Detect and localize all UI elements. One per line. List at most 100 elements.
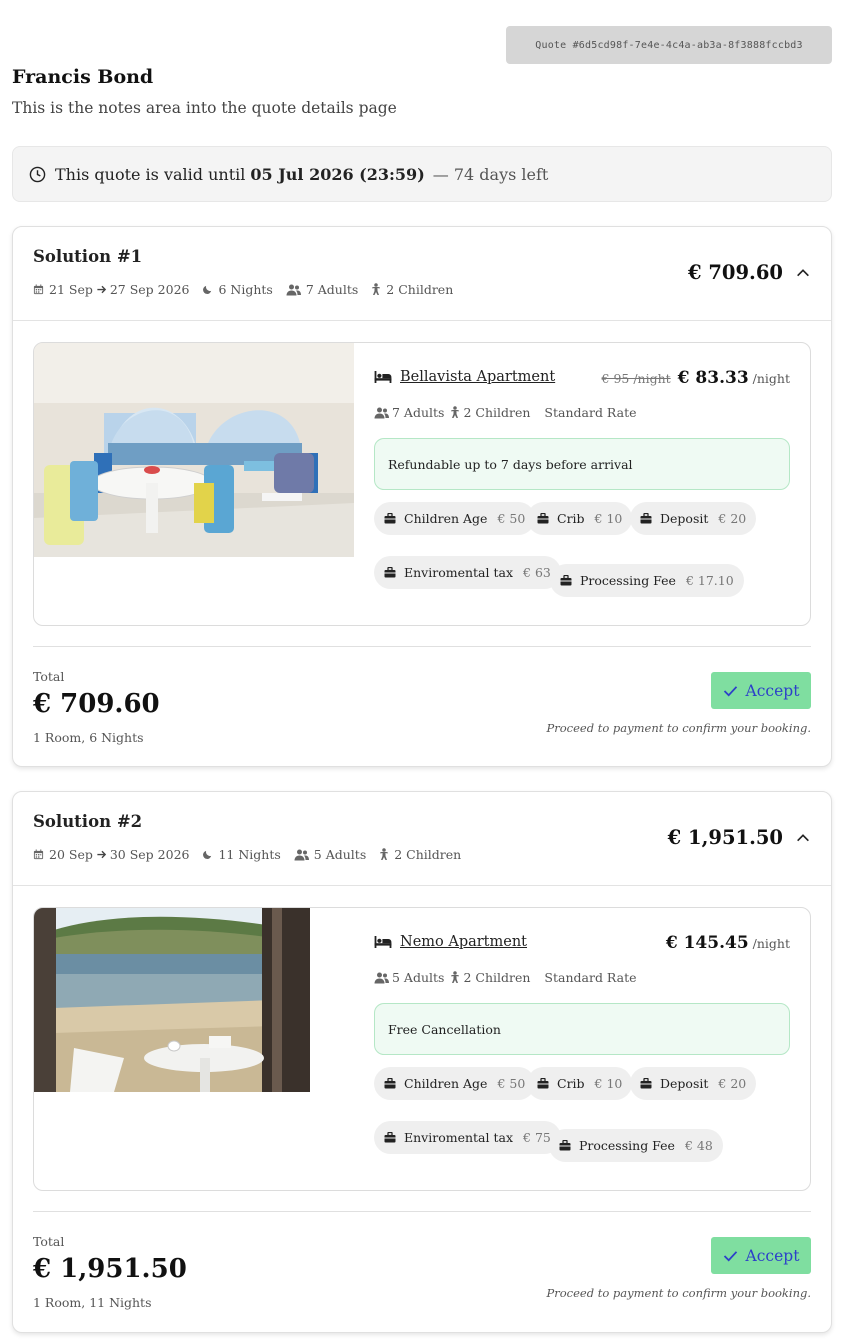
moon-icon	[203, 850, 212, 859]
moon-icon	[203, 285, 212, 294]
room-rate: Standard Rate	[544, 405, 637, 420]
total-amount: € 1,951.50	[33, 1254, 187, 1284]
extra-chip: Deposit € 20	[630, 1067, 757, 1100]
room-card: Bellavista Apartment € 95 /night € 83.33…	[33, 342, 811, 626]
room-name-row: Nemo Apartment	[374, 934, 527, 950]
room-name-link[interactable]: Nemo Apartment	[400, 934, 527, 950]
solution-price: € 1,951.50	[667, 826, 783, 849]
adults-count: 5 Adults	[313, 847, 367, 862]
briefcase-icon	[559, 1140, 571, 1151]
adults-icon	[374, 972, 389, 983]
adults-count: 7 Adults	[305, 282, 359, 297]
total-label: Total	[33, 669, 65, 684]
solution-card: Solution #2 20 Sep 30 Sep 2026 11 Nights…	[12, 791, 832, 1333]
briefcase-icon	[384, 513, 396, 524]
extra-amount: € 10	[594, 1076, 623, 1091]
accept-label: Accept	[745, 1246, 800, 1265]
solution-header[interactable]: Solution #2 20 Sep 30 Sep 2026 11 Nights…	[13, 792, 831, 886]
room-price-unit: /night	[752, 371, 790, 386]
solution-meta: 21 Sep 27 Sep 2026 6 Nights 7 Adults 2 C…	[33, 282, 466, 297]
bed-icon	[374, 936, 392, 948]
arrow-right-icon	[97, 285, 106, 294]
total-summary: 1 Room, 11 Nights	[33, 1295, 152, 1310]
room-photo	[34, 908, 310, 1092]
nights-count: 11 Nights	[218, 847, 281, 862]
accept-button[interactable]: Accept	[711, 672, 811, 709]
room-night-price: € 83.33	[677, 368, 749, 388]
briefcase-icon	[640, 513, 652, 524]
solution-meta: 20 Sep 30 Sep 2026 11 Nights 5 Adults 2 …	[33, 847, 474, 862]
room-name-row: Bellavista Apartment	[374, 369, 555, 385]
child-icon	[380, 848, 389, 860]
extra-label: Children Age	[404, 1076, 488, 1091]
extra-amount: € 50	[497, 511, 526, 526]
arrow-right-icon	[97, 850, 106, 859]
extra-amount: € 20	[718, 511, 747, 526]
check-out-date: 27 Sep 2026	[109, 282, 190, 297]
children-count: 2 Children	[386, 282, 454, 297]
room-name-link[interactable]: Bellavista Apartment	[400, 369, 555, 385]
solution-title: Solution #2	[33, 812, 143, 831]
room-occupancy: 7 Adults 2 Children Standard Rate	[374, 405, 637, 420]
extra-amount: € 48	[684, 1138, 713, 1153]
room-adults: 7 Adults	[392, 405, 445, 420]
customer-name: Francis Bond	[12, 66, 154, 88]
validity-days-left: — 74 days left	[432, 164, 549, 184]
extra-chip: Children Age € 50	[374, 1067, 536, 1100]
calendar-icon	[33, 849, 44, 860]
extra-amount: € 20	[718, 1076, 747, 1091]
check-icon	[723, 685, 737, 696]
solution-card: Solution #1 21 Sep 27 Sep 2026 6 Nights …	[12, 226, 832, 767]
extra-chip: Deposit € 20	[630, 502, 757, 535]
chevron-up-icon[interactable]	[795, 265, 811, 281]
chevron-up-icon[interactable]	[795, 830, 811, 846]
briefcase-icon	[560, 575, 572, 586]
nights-count: 6 Nights	[218, 282, 273, 297]
extra-label: Processing Fee	[579, 1138, 675, 1153]
bed-icon	[374, 371, 392, 383]
room-children: 2 Children	[463, 970, 531, 985]
extra-label: Crib	[557, 511, 585, 526]
extra-label: Enviromental tax	[404, 1130, 514, 1145]
room-occupancy: 5 Adults 2 Children Standard Rate	[374, 970, 637, 985]
solution-header[interactable]: Solution #1 21 Sep 27 Sep 2026 6 Nights …	[13, 227, 831, 321]
briefcase-icon	[537, 513, 549, 524]
accept-button[interactable]: Accept	[711, 1237, 811, 1274]
extra-amount: € 50	[497, 1076, 526, 1091]
room-night-price: € 145.45	[665, 933, 749, 953]
room-children: 2 Children	[463, 405, 531, 420]
extra-chip: Crib € 10	[527, 502, 633, 535]
extra-label: Deposit	[660, 511, 709, 526]
briefcase-icon	[384, 1078, 396, 1089]
child-icon	[451, 971, 460, 983]
total-amount: € 709.60	[33, 689, 160, 719]
room-card: Nemo Apartment € 145.45 /night 5 Adults …	[33, 907, 811, 1191]
briefcase-icon	[537, 1078, 549, 1089]
extra-chip: Processing Fee € 17.10	[550, 564, 744, 597]
briefcase-icon	[384, 567, 396, 578]
briefcase-icon	[640, 1078, 652, 1089]
extra-chip: Crib € 10	[527, 1067, 633, 1100]
extra-label: Deposit	[660, 1076, 709, 1091]
solution-title: Solution #1	[33, 247, 143, 266]
room-adults: 5 Adults	[392, 970, 445, 985]
adults-icon	[294, 849, 309, 860]
adults-icon	[374, 407, 389, 418]
room-old-price: € 95 /night	[601, 371, 671, 386]
extra-chip: Enviromental tax € 63	[374, 556, 561, 589]
solution-footer: Total € 709.60 1 Room, 6 Nights Accept P…	[33, 646, 811, 766]
room-photo	[34, 343, 354, 557]
total-summary: 1 Room, 6 Nights	[33, 730, 144, 745]
children-count: 2 Children	[394, 847, 462, 862]
child-icon	[451, 406, 460, 418]
clock-icon	[29, 166, 46, 182]
extra-amount: € 75	[523, 1130, 551, 1145]
extra-amount: € 17.10	[685, 573, 734, 588]
validity-date: 05 Jul 2026 (23:59)	[250, 164, 425, 184]
proceed-hint: Proceed to payment to confirm your booki…	[546, 1286, 812, 1300]
calendar-icon	[33, 284, 44, 295]
extra-chip: Children Age € 50	[374, 502, 536, 535]
extra-amount: € 63	[523, 565, 551, 580]
extra-amount: € 10	[594, 511, 623, 526]
briefcase-icon	[384, 1132, 396, 1143]
